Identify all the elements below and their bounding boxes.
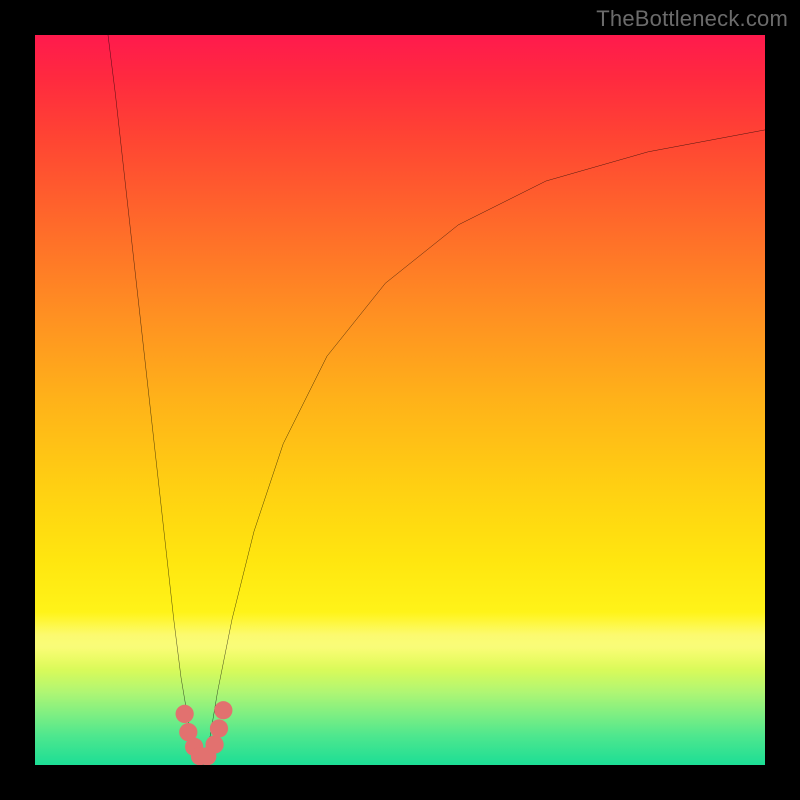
plot-area xyxy=(35,35,765,765)
bottom-marker-dot xyxy=(210,719,228,737)
bottom-marker-dot xyxy=(176,705,194,723)
curve-left-branch xyxy=(108,35,203,765)
curve-layer xyxy=(35,35,765,765)
curve-right-branch xyxy=(203,130,765,765)
bottom-marker-dot xyxy=(214,701,232,719)
watermark-text: TheBottleneck.com xyxy=(596,6,788,32)
bottom-marker-group xyxy=(176,701,233,765)
chart-frame: TheBottleneck.com xyxy=(0,0,800,800)
bottom-marker-dot xyxy=(205,735,223,753)
